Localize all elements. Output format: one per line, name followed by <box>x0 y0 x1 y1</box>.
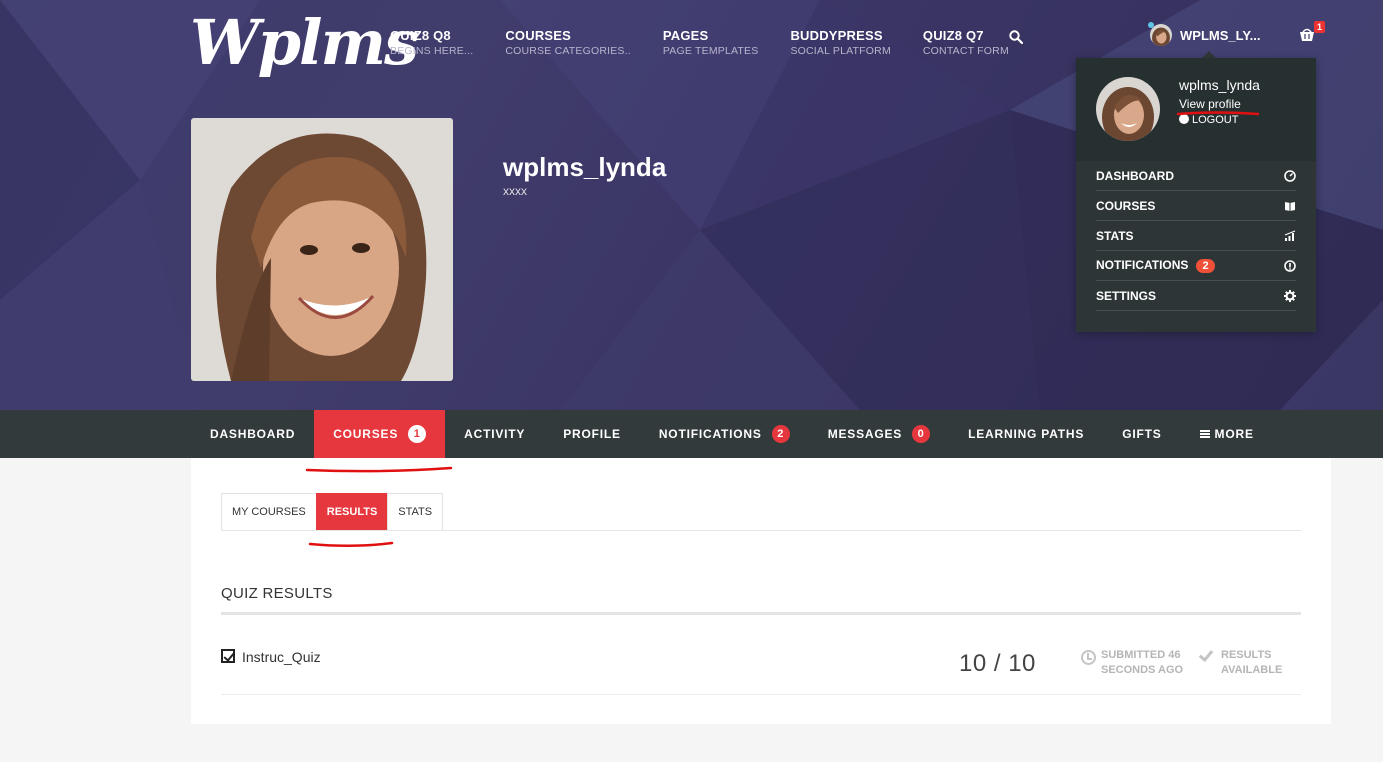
subtab-stats[interactable]: STATS <box>387 493 444 531</box>
nav-title: COURSES <box>505 28 572 43</box>
nav-title: BUDDYPRESS <box>790 28 883 43</box>
checkbox-icon[interactable] <box>221 649 235 663</box>
check-icon <box>1198 646 1214 663</box>
user-dropdown-menu: wplms_lynda View profile LOGOUT DASHBOAR… <box>1076 51 1316 332</box>
section-title: QUIZ RESULTS <box>221 585 333 602</box>
top-navigation: QUIZ8 Q8 BEGINS HERE... COURSES COURSE C… <box>390 28 1041 57</box>
profile-tabs: DASHBOARD COURSES 1 ACTIVITY PROFILE NOTI… <box>191 410 1273 458</box>
tab-count-badge: 2 <box>771 425 790 443</box>
tab-more[interactable]: MORE <box>1181 410 1273 458</box>
nav-pages[interactable]: PAGES PAGE TEMPLATES <box>663 28 759 57</box>
tab-count-badge: 0 <box>912 425 931 443</box>
results-line-1: RESULTS <box>1221 649 1272 661</box>
profile-name: wplms_lynda <box>503 152 667 182</box>
tab-gifts[interactable]: GIFTS <box>1103 410 1180 458</box>
tab-count-badge: 1 <box>408 425 427 443</box>
logout-icon <box>1179 114 1189 124</box>
tab-notifications[interactable]: NOTIFICATIONS 2 <box>640 410 809 458</box>
tab-messages[interactable]: MESSAGES 0 <box>809 410 949 458</box>
dashboard-icon <box>1284 169 1296 182</box>
nav-quiz8-q8[interactable]: QUIZ8 Q8 BEGINS HERE... <box>390 28 473 57</box>
section-divider <box>221 612 1301 615</box>
online-status-dot <box>1148 22 1154 28</box>
user-name: WPLMS_LY... <box>1180 27 1261 43</box>
dropdown-list: DASHBOARD COURSES STATS NOTIFICATIONS 2 S… <box>1096 161 1296 311</box>
tab-label: DASHBOARD <box>210 427 296 441</box>
nav-subtitle: SOCIAL PLATFORM <box>790 45 891 57</box>
dropdown-item-label: COURSES <box>1096 198 1156 213</box>
view-profile-link[interactable]: View profile <box>1179 97 1241 111</box>
user-avatar-small <box>1150 24 1172 46</box>
dropdown-item-label: SETTINGS <box>1096 288 1157 303</box>
quiz-result-row: Instruc_Quiz 10 / 10 SUBMITTED 46 SECOND… <box>221 643 1301 695</box>
quiz-score: 10 / 10 <box>959 650 1036 677</box>
logout-link[interactable]: LOGOUT <box>1179 114 1238 126</box>
nav-quiz8-q7[interactable]: QUIZ8 Q7 CONTACT FORM <box>923 28 1009 57</box>
dropdown-item-settings[interactable]: SETTINGS <box>1096 281 1296 311</box>
dropdown-item-courses[interactable]: COURSES <box>1096 191 1296 221</box>
submitted-line-1: SUBMITTED 46 <box>1101 649 1181 661</box>
tab-learning-paths[interactable]: LEARNING PATHS <box>949 410 1103 458</box>
tab-label: COURSES <box>333 427 399 441</box>
nav-subtitle: COURSE CATEGORIES.. <box>505 45 631 57</box>
nav-subtitle: PAGE TEMPLATES <box>662 45 759 57</box>
dropdown-username: wplms_lynda <box>1179 77 1260 93</box>
tab-profile[interactable]: PROFILE <box>544 410 640 458</box>
nav-buddypress[interactable]: BUDDYPRESS SOCIAL PLATFORM <box>790 28 890 57</box>
nav-courses[interactable]: COURSES COURSE CATEGORIES.. <box>505 28 631 57</box>
tab-dashboard[interactable]: DASHBOARD <box>191 410 314 458</box>
gear-icon <box>1284 289 1296 302</box>
nav-subtitle: BEGINS HERE... <box>390 45 474 57</box>
profile-subtitle: xxxx <box>503 184 527 198</box>
tab-activity[interactable]: ACTIVITY <box>445 410 544 458</box>
subtab-label: RESULTS <box>326 506 378 518</box>
profile-tab-bar: DASHBOARD COURSES 1 ACTIVITY PROFILE NOTI… <box>0 410 1383 458</box>
subtab-results[interactable]: RESULTS <box>315 493 388 531</box>
nav-title: QUIZ8 Q7 <box>922 28 984 43</box>
dropdown-item-notifications[interactable]: NOTIFICATIONS 2 <box>1096 251 1296 281</box>
tab-label: PROFILE <box>563 427 621 441</box>
notifications-badge: 2 <box>1196 259 1215 273</box>
search-icon[interactable] <box>1009 30 1023 44</box>
menu-icon <box>1199 430 1210 438</box>
tab-label: MORE <box>1214 427 1254 441</box>
tab-courses[interactable]: COURSES 1 <box>314 410 446 458</box>
tab-label: GIFTS <box>1122 427 1162 441</box>
dropdown-item-dashboard[interactable]: DASHBOARD <box>1096 161 1296 191</box>
subtab-label: MY COURSES <box>232 506 306 518</box>
subtab-divider <box>221 530 1301 531</box>
clock-icon <box>1081 650 1096 665</box>
dropdown-header: wplms_lynda View profile LOGOUT <box>1076 58 1316 161</box>
dropdown-arrow <box>1202 51 1216 58</box>
profile-photo <box>191 118 453 381</box>
nav-title: PAGES <box>662 28 709 43</box>
subtab-label: STATS <box>398 506 433 518</box>
user-menu-toggle[interactable]: WPLMS_LY... <box>1148 22 1261 46</box>
tab-label: NOTIFICATIONS <box>658 427 762 441</box>
logout-label: LOGOUT <box>1192 114 1239 126</box>
site-logo[interactable]: Wplms <box>190 6 419 79</box>
results-line-2: AVAILABLE <box>1221 664 1283 676</box>
book-icon <box>1285 201 1295 211</box>
submitted-line-2: SECONDS AGO <box>1101 664 1184 676</box>
dropdown-item-stats[interactable]: STATS <box>1096 221 1296 251</box>
main-content: MY COURSES RESULTS STATS QUIZ RESULTS In… <box>191 458 1331 724</box>
nav-title: QUIZ8 Q8 <box>390 28 451 43</box>
dropdown-item-label: NOTIFICATIONS <box>1096 258 1189 272</box>
dropdown-item-label: DASHBOARD <box>1096 168 1174 183</box>
dropdown-avatar[interactable] <box>1096 77 1160 141</box>
quiz-name-link[interactable]: Instruc_Quiz <box>242 649 321 665</box>
dropdown-item-label: STATS <box>1096 228 1134 243</box>
course-subtabs: MY COURSES RESULTS STATS <box>221 493 444 531</box>
nav-subtitle: CONTACT FORM <box>922 45 1009 57</box>
subtab-my-courses[interactable]: MY COURSES <box>221 493 316 531</box>
stats-icon <box>1284 230 1296 241</box>
cart-count-badge: 1 <box>1314 21 1326 33</box>
tab-label: MESSAGES <box>827 427 903 441</box>
tab-label: LEARNING PATHS <box>968 427 1085 441</box>
tab-label: ACTIVITY <box>464 427 526 441</box>
info-icon <box>1284 259 1296 272</box>
